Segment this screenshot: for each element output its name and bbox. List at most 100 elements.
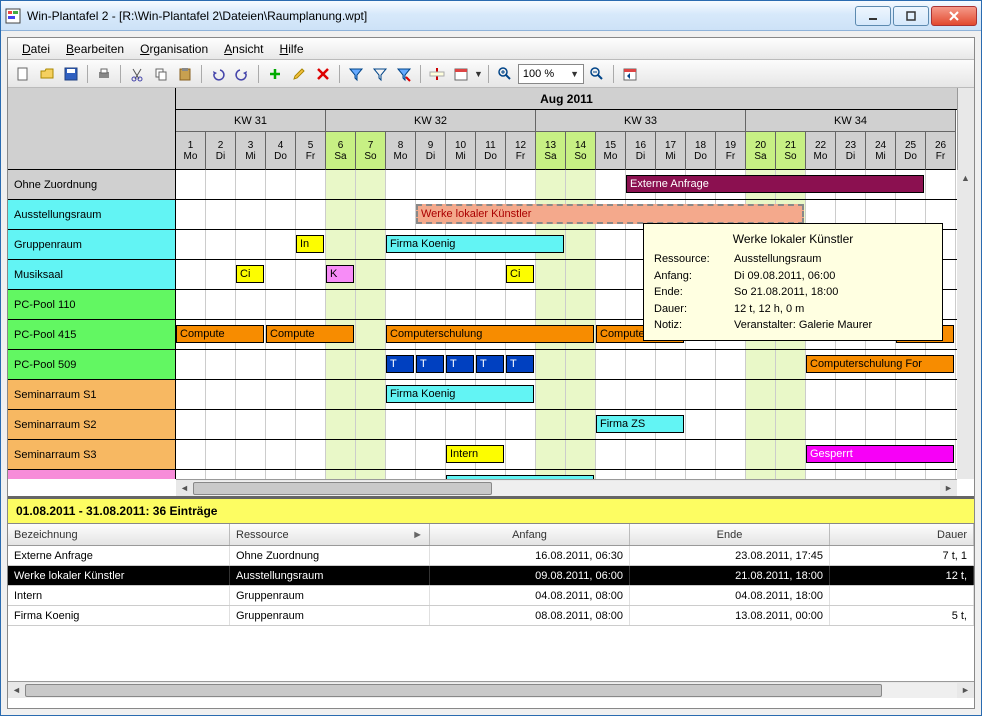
resource-row[interactable]: Seminarraum S1 (8, 380, 176, 410)
titlebar[interactable]: Win-Plantafel 2 - [R:\Win-Plantafel 2\Da… (1, 1, 981, 31)
filter3-icon[interactable] (393, 63, 415, 85)
edit-icon[interactable] (288, 63, 310, 85)
gantt-bar[interactable]: Ci (236, 265, 264, 283)
menu-hilfe[interactable]: Hilfe (272, 40, 312, 58)
gantt-bar[interactable]: Computerschulung (386, 325, 594, 343)
gantt-bar[interactable]: Computerschulung For (806, 355, 954, 373)
list-cell: 7 t, 1 (830, 546, 974, 565)
app-icon (5, 8, 21, 24)
list-header-ressource[interactable]: Ressource► (230, 524, 430, 545)
gantt-bar[interactable]: T (506, 355, 534, 373)
add-icon[interactable] (264, 63, 286, 85)
resource-row[interactable]: PC-Pool 415 (8, 320, 176, 350)
calendar-icon[interactable] (450, 63, 472, 85)
gantt-row[interactable]: Intern Gesperrt (176, 440, 957, 470)
resource-row[interactable]: Ohne Zuordnung (8, 170, 176, 200)
list-header-bezeichnung[interactable]: Bezeichnung (8, 524, 230, 545)
resource-row[interactable]: Ausstellungsraum (8, 200, 176, 230)
gantt-row[interactable]: Firma ZS (176, 410, 957, 440)
gantt-bar[interactable]: Intern (446, 445, 504, 463)
list-header-anfang[interactable]: Anfang (430, 524, 630, 545)
day-cell: 12Fr (506, 132, 536, 170)
gantt-bar[interactable]: K (326, 265, 354, 283)
week-cell: KW 34 (746, 110, 956, 132)
undo-icon[interactable] (207, 63, 229, 85)
day-cell: 1Mo (176, 132, 206, 170)
day-cell: 7So (356, 132, 386, 170)
menu-bearbeiten[interactable]: Bearbeiten (58, 40, 132, 58)
menu-ansicht[interactable]: Ansicht (216, 40, 271, 58)
zoom-in-icon[interactable] (494, 63, 516, 85)
gantt-bar[interactable]: Werke lokaler Künstler (416, 204, 804, 224)
week-cell: KW 31 (176, 110, 326, 132)
list-row[interactable]: InternGruppenraum04.08.2011, 08:0004.08.… (8, 586, 974, 606)
resource-row[interactable]: Gruppenraum (8, 230, 176, 260)
list-cell: Gruppenraum (230, 606, 430, 625)
gantt-bar[interactable]: Ci (506, 265, 534, 283)
gantt-bar[interactable]: Firma Koenig (386, 235, 564, 253)
gantt-bar[interactable]: Externe Anfrage (626, 175, 924, 193)
gantt-bar[interactable]: Compute (176, 325, 264, 343)
marker-icon[interactable] (426, 63, 448, 85)
print-icon[interactable] (93, 63, 115, 85)
resource-row[interactable]: Vortragssaal V1 (8, 470, 176, 479)
resource-row[interactable]: Seminarraum S3 (8, 440, 176, 470)
gantt-bar[interactable]: Firma ZS (596, 415, 684, 433)
resource-row[interactable]: PC-Pool 509 (8, 350, 176, 380)
vertical-scrollbar[interactable]: ▲ (957, 170, 974, 479)
delete-icon[interactable] (312, 63, 334, 85)
minimize-button[interactable] (855, 6, 891, 26)
list-horizontal-scrollbar[interactable]: ◄ ► (8, 681, 974, 698)
tooltip-row: Dauer:12 t, 12 h, 0 m (654, 301, 932, 318)
list-header-dauer[interactable]: Dauer (830, 524, 974, 545)
day-cell: 13Sa (536, 132, 566, 170)
filter2-icon[interactable] (369, 63, 391, 85)
maximize-button[interactable] (893, 6, 929, 26)
resource-row[interactable]: PC-Pool 110 (8, 290, 176, 320)
list-cell: 04.08.2011, 08:00 (430, 586, 630, 605)
open-icon[interactable] (36, 63, 58, 85)
gantt-bar[interactable]: In (296, 235, 324, 253)
today-icon[interactable] (619, 63, 641, 85)
list-row[interactable]: Externe AnfrageOhne Zuordnung16.08.2011,… (8, 546, 974, 566)
gantt-bar[interactable]: T (416, 355, 444, 373)
resource-row[interactable]: Seminarraum S2 (8, 410, 176, 440)
gantt-bar[interactable]: T (386, 355, 414, 373)
week-cell: KW 33 (536, 110, 746, 132)
gantt-bar[interactable]: T (476, 355, 504, 373)
resource-header (8, 88, 176, 170)
cut-icon[interactable] (126, 63, 148, 85)
gantt-row[interactable]: Firma Koenig (176, 470, 957, 479)
gantt-bar[interactable]: T (446, 355, 474, 373)
list-row[interactable]: Firma KoenigGruppenraum08.08.2011, 08:00… (8, 606, 974, 626)
day-cell: 23Di (836, 132, 866, 170)
day-cell: 14So (566, 132, 596, 170)
save-icon[interactable] (60, 63, 82, 85)
tooltip-row: Anfang:Di 09.08.2011, 06:00 (654, 268, 932, 285)
list-header-ende[interactable]: Ende (630, 524, 830, 545)
day-cell: 20Sa (746, 132, 776, 170)
copy-icon[interactable] (150, 63, 172, 85)
list-title: 01.08.2011 - 31.08.2011: 36 Einträge (8, 499, 974, 524)
gantt-horizontal-scrollbar[interactable]: ◄ ► (176, 479, 957, 496)
zoom-out-icon[interactable] (586, 63, 608, 85)
zoom-select[interactable]: 100 %▼ (518, 64, 584, 84)
paste-icon[interactable] (174, 63, 196, 85)
toolbar: ▼ 100 %▼ (8, 60, 974, 88)
gantt-row[interactable]: Firma Koenig (176, 380, 957, 410)
gantt-row[interactable]: Externe Anfrage (176, 170, 957, 200)
list-row[interactable]: Werke lokaler KünstlerAusstellungsraum09… (8, 566, 974, 586)
redo-icon[interactable] (231, 63, 253, 85)
close-button[interactable] (931, 6, 977, 26)
new-icon[interactable] (12, 63, 34, 85)
gantt-bar[interactable]: Compute (266, 325, 354, 343)
list-cell: 23.08.2011, 17:45 (630, 546, 830, 565)
gantt-bar[interactable]: Firma Koenig (386, 385, 534, 403)
resource-row[interactable]: Musiksaal (8, 260, 176, 290)
menu-organisation[interactable]: Organisation (132, 40, 216, 58)
filter1-icon[interactable] (345, 63, 367, 85)
menu-datei[interactable]: Datei (14, 40, 58, 58)
gantt-bar[interactable]: Gesperrt (806, 445, 954, 463)
gantt-row[interactable]: TTTTTComputerschulung For (176, 350, 957, 380)
day-cell: 9Di (416, 132, 446, 170)
